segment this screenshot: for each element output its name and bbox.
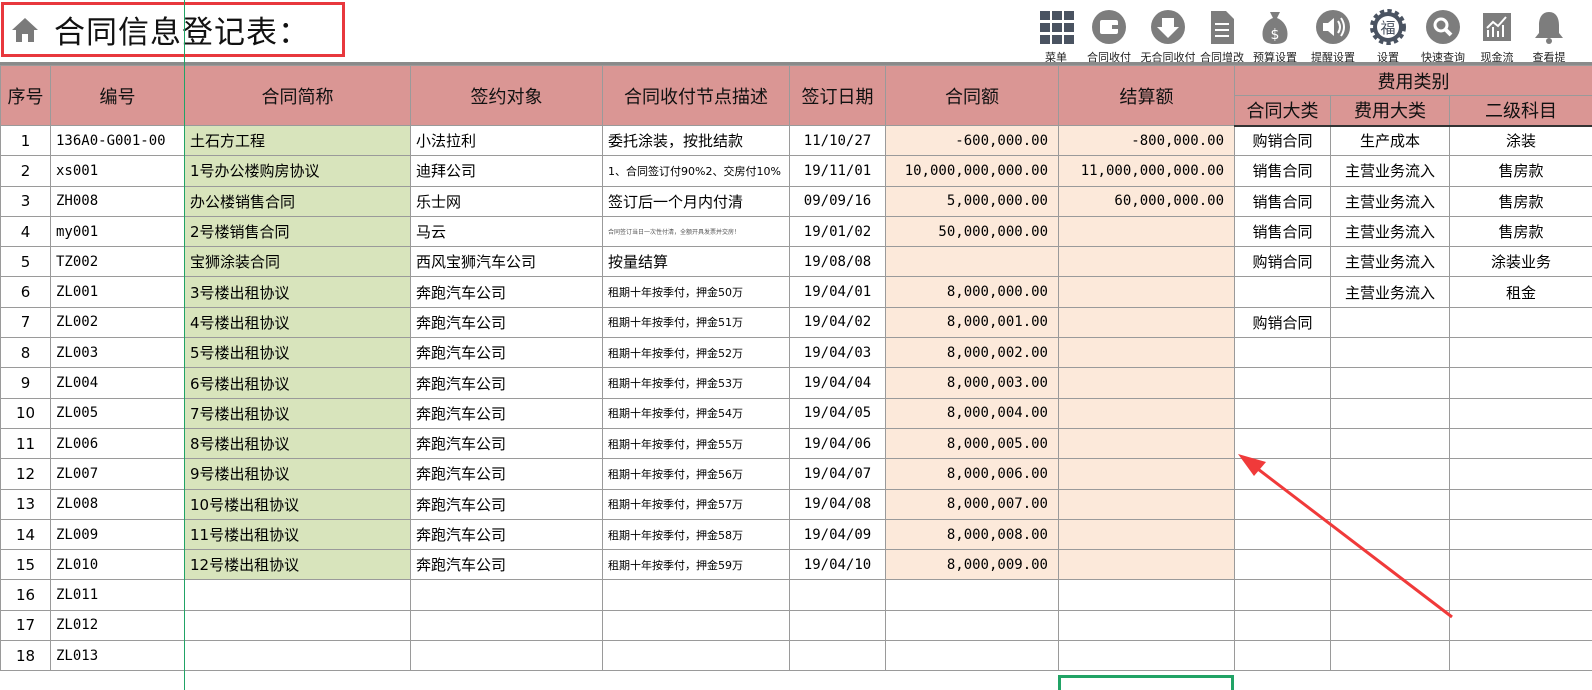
annotation-arrow bbox=[1238, 454, 1453, 619]
